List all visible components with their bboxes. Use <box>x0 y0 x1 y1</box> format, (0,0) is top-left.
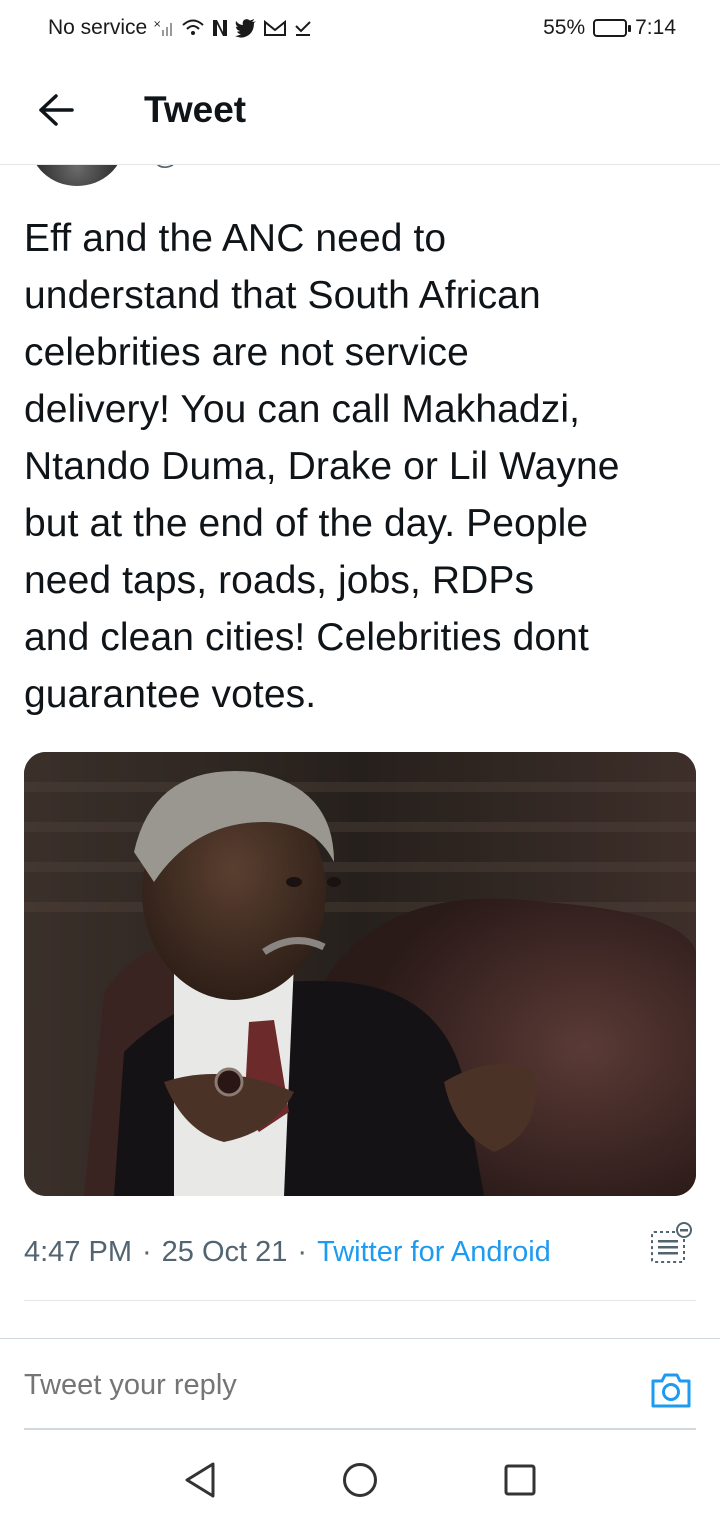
nav-back-button[interactable] <box>180 1460 220 1500</box>
app-header: Tweet <box>0 56 720 164</box>
tweet-time: 4:47 PM <box>24 1236 132 1268</box>
camera-button[interactable] <box>650 1369 692 1411</box>
meta-separator: · <box>142 1236 152 1268</box>
battery-icon <box>593 19 632 37</box>
arrow-left-icon <box>39 94 74 126</box>
circle-home-icon <box>343 1463 377 1497</box>
tweet-source-link[interactable]: Twitter for Android <box>317 1236 551 1269</box>
system-nav-bar <box>0 1432 720 1520</box>
battery-percent: 55% <box>543 16 586 39</box>
reply-bar <box>0 1338 720 1430</box>
tweet-date: 25 Oct 21 <box>161 1236 288 1268</box>
signal-off-icon: × <box>153 18 175 38</box>
reply-underline <box>24 1428 696 1430</box>
header-divider <box>0 164 720 165</box>
status-bar: No service × 55% 7:14 <box>0 0 720 56</box>
carrier-label: No service <box>48 16 148 39</box>
gmail-icon <box>263 18 287 38</box>
clock: 7:14 <box>635 16 676 39</box>
analytics-icon <box>651 1222 692 1263</box>
photo-image <box>24 752 696 1196</box>
netflix-icon <box>211 18 229 38</box>
square-recents-icon <box>504 1464 536 1496</box>
camera-icon <box>651 1373 691 1408</box>
wifi-icon <box>181 18 205 38</box>
nav-home-button[interactable] <box>340 1460 380 1500</box>
svg-text:×: × <box>153 19 161 30</box>
page-title: Tweet <box>144 89 247 130</box>
tweet-photo[interactable] <box>24 752 696 1196</box>
back-button[interactable] <box>24 78 88 142</box>
tweet-text: Eff and the ANC need to understand that … <box>24 217 620 716</box>
meta-divider <box>24 1300 696 1301</box>
download-done-icon <box>293 18 313 38</box>
triangle-back-icon <box>185 1462 215 1498</box>
meta-separator: · <box>297 1236 308 1268</box>
twitter-icon <box>235 18 257 38</box>
tweet-meta: 4:47 PM · 25 Oct 21 · Twitter for Androi… <box>24 1236 551 1269</box>
reply-input[interactable] <box>24 1363 624 1407</box>
nav-recents-button[interactable] <box>500 1460 540 1500</box>
analytics-button[interactable] <box>644 1220 696 1272</box>
